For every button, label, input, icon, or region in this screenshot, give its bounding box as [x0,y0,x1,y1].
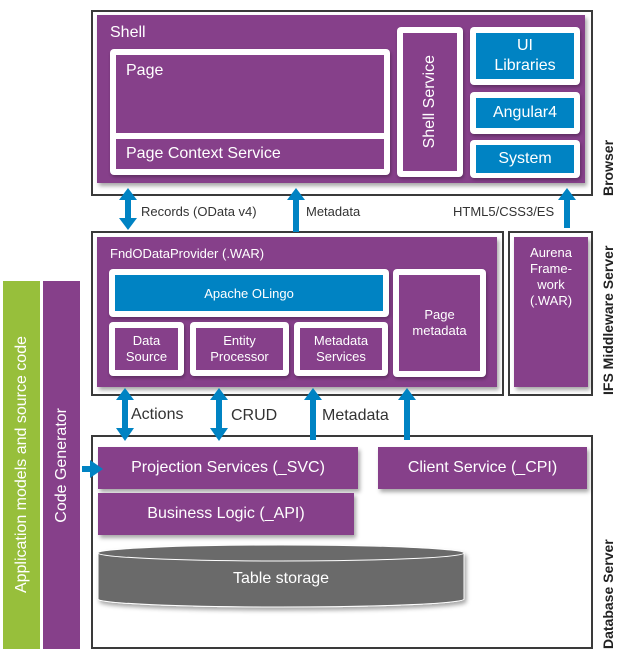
metadata-up-arrow-top [287,188,305,232]
code-generator-arrow [82,460,103,478]
connector-arrows [82,188,576,478]
records-double-arrow [119,188,137,230]
metadata-up-arrow-bottom [304,388,322,440]
actions-double-arrow [116,388,134,441]
html5-up-arrow [558,188,576,228]
page-metadata-up-arrow [398,388,416,440]
crud-double-arrow [210,388,228,441]
